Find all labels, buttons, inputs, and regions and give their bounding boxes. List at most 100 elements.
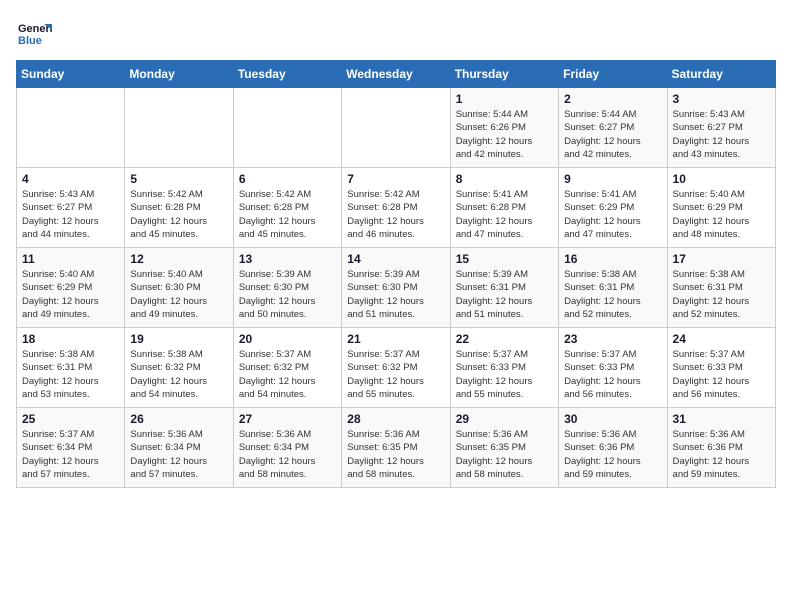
day-info: Sunrise: 5:42 AM Sunset: 6:28 PM Dayligh…: [347, 188, 444, 241]
day-info: Sunrise: 5:37 AM Sunset: 6:33 PM Dayligh…: [564, 348, 661, 401]
day-info: Sunrise: 5:42 AM Sunset: 6:28 PM Dayligh…: [130, 188, 227, 241]
day-info: Sunrise: 5:41 AM Sunset: 6:28 PM Dayligh…: [456, 188, 553, 241]
weekday-header: Tuesday: [233, 61, 341, 88]
day-info: Sunrise: 5:38 AM Sunset: 6:31 PM Dayligh…: [22, 348, 119, 401]
day-info: Sunrise: 5:38 AM Sunset: 6:31 PM Dayligh…: [564, 268, 661, 321]
weekday-header: Sunday: [17, 61, 125, 88]
calendar-cell: [233, 88, 341, 168]
weekday-header: Saturday: [667, 61, 775, 88]
calendar-cell: 2 Sunrise: 5:44 AM Sunset: 6:27 PM Daylig…: [559, 88, 667, 168]
calendar-cell: 6Sunrise: 5:42 AM Sunset: 6:28 PM Daylig…: [233, 168, 341, 248]
calendar-cell: 18 Sunrise: 5:38 AM Sunset: 6:31 PM Dayli…: [17, 328, 125, 408]
calendar-cell: 30 Sunrise: 5:36 AM Sunset: 6:36 PM Dayli…: [559, 408, 667, 488]
calendar-cell: 5 Sunrise: 5:42 AM Sunset: 6:28 PM Daylig…: [125, 168, 233, 248]
day-info: Sunrise: 5:36 AM Sunset: 6:35 PM Dayligh…: [456, 428, 553, 481]
day-info: Sunrise: 5:39 AM Sunset: 6:31 PM Dayligh…: [456, 268, 553, 321]
calendar-cell: [125, 88, 233, 168]
calendar-cell: 14 Sunrise: 5:39 AM Sunset: 6:30 PM Dayli…: [342, 248, 450, 328]
calendar-cell: 26 Sunrise: 5:36 AM Sunset: 6:34 PM Dayli…: [125, 408, 233, 488]
day-number: 28: [347, 412, 444, 426]
day-number: 25: [22, 412, 119, 426]
day-info: Sunrise: 5:38 AM Sunset: 6:32 PM Dayligh…: [130, 348, 227, 401]
day-number: 3: [673, 92, 770, 106]
day-info: Sunrise: 5:42 AM Sunset: 6:28 PM Dayligh…: [239, 188, 336, 241]
svg-text:Blue: Blue: [18, 35, 42, 47]
weekday-header: Thursday: [450, 61, 558, 88]
weekday-header: Monday: [125, 61, 233, 88]
day-number: 22: [456, 332, 553, 346]
calendar-week-row: 25 Sunrise: 5:37 AM Sunset: 6:34 PM Dayli…: [17, 408, 776, 488]
day-info: Sunrise: 5:38 AM Sunset: 6:31 PM Dayligh…: [673, 268, 770, 321]
calendar-cell: 31 Sunrise: 5:36 AM Sunset: 6:36 PM Dayli…: [667, 408, 775, 488]
day-number: 7: [347, 172, 444, 186]
day-number: 29: [456, 412, 553, 426]
day-number: 26: [130, 412, 227, 426]
day-number: 9: [564, 172, 661, 186]
day-info: Sunrise: 5:40 AM Sunset: 6:30 PM Dayligh…: [130, 268, 227, 321]
calendar-cell: 16Sunrise: 5:38 AM Sunset: 6:31 PM Dayli…: [559, 248, 667, 328]
calendar-cell: 22 Sunrise: 5:37 AM Sunset: 6:33 PM Dayli…: [450, 328, 558, 408]
calendar-header: General Blue: [16, 16, 776, 52]
day-info: Sunrise: 5:39 AM Sunset: 6:30 PM Dayligh…: [347, 268, 444, 321]
day-number: 13: [239, 252, 336, 266]
day-info: Sunrise: 5:37 AM Sunset: 6:33 PM Dayligh…: [673, 348, 770, 401]
day-number: 23: [564, 332, 661, 346]
day-number: 20: [239, 332, 336, 346]
day-number: 8: [456, 172, 553, 186]
calendar-header-row: SundayMondayTuesdayWednesdayThursdayFrid…: [17, 61, 776, 88]
calendar-cell: 15 Sunrise: 5:39 AM Sunset: 6:31 PM Dayli…: [450, 248, 558, 328]
calendar-body: 1 Sunrise: 5:44 AM Sunset: 6:26 PM Daylig…: [17, 88, 776, 488]
weekday-header: Friday: [559, 61, 667, 88]
day-number: 10: [673, 172, 770, 186]
day-number: 5: [130, 172, 227, 186]
calendar-cell: 7 Sunrise: 5:42 AM Sunset: 6:28 PM Daylig…: [342, 168, 450, 248]
calendar-cell: 28 Sunrise: 5:36 AM Sunset: 6:35 PM Dayli…: [342, 408, 450, 488]
day-number: 27: [239, 412, 336, 426]
calendar-cell: 4 Sunrise: 5:43 AM Sunset: 6:27 PM Daylig…: [17, 168, 125, 248]
calendar-cell: 10 Sunrise: 5:40 AM Sunset: 6:29 PM Dayli…: [667, 168, 775, 248]
day-number: 31: [673, 412, 770, 426]
day-info: Sunrise: 5:36 AM Sunset: 6:34 PM Dayligh…: [239, 428, 336, 481]
day-number: 2: [564, 92, 661, 106]
day-info: Sunrise: 5:44 AM Sunset: 6:26 PM Dayligh…: [456, 108, 553, 161]
day-number: 11: [22, 252, 119, 266]
calendar-cell: 20 Sunrise: 5:37 AM Sunset: 6:32 PM Dayli…: [233, 328, 341, 408]
calendar-cell: [342, 88, 450, 168]
calendar-week-row: 11 Sunrise: 5:40 AM Sunset: 6:29 PM Dayli…: [17, 248, 776, 328]
day-info: Sunrise: 5:36 AM Sunset: 6:36 PM Dayligh…: [673, 428, 770, 481]
day-number: 15: [456, 252, 553, 266]
calendar-cell: 21Sunrise: 5:37 AM Sunset: 6:32 PM Dayli…: [342, 328, 450, 408]
day-info: Sunrise: 5:40 AM Sunset: 6:29 PM Dayligh…: [673, 188, 770, 241]
day-info: Sunrise: 5:44 AM Sunset: 6:27 PM Dayligh…: [564, 108, 661, 161]
day-info: Sunrise: 5:36 AM Sunset: 6:36 PM Dayligh…: [564, 428, 661, 481]
day-info: Sunrise: 5:36 AM Sunset: 6:34 PM Dayligh…: [130, 428, 227, 481]
day-number: 4: [22, 172, 119, 186]
calendar-week-row: 4 Sunrise: 5:43 AM Sunset: 6:27 PM Daylig…: [17, 168, 776, 248]
weekday-header: Wednesday: [342, 61, 450, 88]
calendar-cell: 23 Sunrise: 5:37 AM Sunset: 6:33 PM Dayli…: [559, 328, 667, 408]
day-info: Sunrise: 5:37 AM Sunset: 6:32 PM Dayligh…: [347, 348, 444, 401]
day-number: 30: [564, 412, 661, 426]
calendar-week-row: 18 Sunrise: 5:38 AM Sunset: 6:31 PM Dayli…: [17, 328, 776, 408]
day-info: Sunrise: 5:37 AM Sunset: 6:32 PM Dayligh…: [239, 348, 336, 401]
day-number: 1: [456, 92, 553, 106]
day-info: Sunrise: 5:41 AM Sunset: 6:29 PM Dayligh…: [564, 188, 661, 241]
day-number: 17: [673, 252, 770, 266]
day-number: 18: [22, 332, 119, 346]
day-info: Sunrise: 5:37 AM Sunset: 6:34 PM Dayligh…: [22, 428, 119, 481]
day-info: Sunrise: 5:43 AM Sunset: 6:27 PM Dayligh…: [22, 188, 119, 241]
calendar-cell: 29 Sunrise: 5:36 AM Sunset: 6:35 PM Dayli…: [450, 408, 558, 488]
day-info: Sunrise: 5:37 AM Sunset: 6:33 PM Dayligh…: [456, 348, 553, 401]
calendar-table: SundayMondayTuesdayWednesdayThursdayFrid…: [16, 60, 776, 488]
calendar-cell: 1 Sunrise: 5:44 AM Sunset: 6:26 PM Daylig…: [450, 88, 558, 168]
calendar-cell: 17 Sunrise: 5:38 AM Sunset: 6:31 PM Dayli…: [667, 248, 775, 328]
calendar-cell: 8 Sunrise: 5:41 AM Sunset: 6:28 PM Daylig…: [450, 168, 558, 248]
day-info: Sunrise: 5:40 AM Sunset: 6:29 PM Dayligh…: [22, 268, 119, 321]
calendar-cell: 24 Sunrise: 5:37 AM Sunset: 6:33 PM Dayli…: [667, 328, 775, 408]
day-info: Sunrise: 5:36 AM Sunset: 6:35 PM Dayligh…: [347, 428, 444, 481]
calendar-cell: 19Sunrise: 5:38 AM Sunset: 6:32 PM Dayli…: [125, 328, 233, 408]
calendar-cell: 9 Sunrise: 5:41 AM Sunset: 6:29 PM Daylig…: [559, 168, 667, 248]
day-number: 12: [130, 252, 227, 266]
day-number: 14: [347, 252, 444, 266]
day-number: 24: [673, 332, 770, 346]
